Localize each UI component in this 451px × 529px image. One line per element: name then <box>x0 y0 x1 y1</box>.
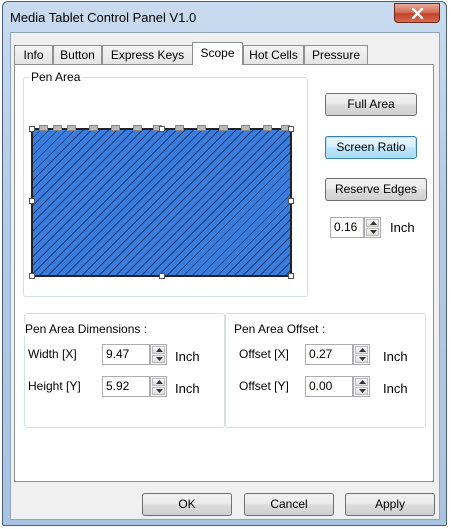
arrow-up-icon <box>156 348 163 352</box>
arrow-up-icon <box>156 380 163 384</box>
tab-pressure-label: Pressure <box>311 48 361 62</box>
resize-handle-top[interactable] <box>159 126 165 132</box>
arrow-down-icon <box>359 357 366 361</box>
resize-handle-left[interactable] <box>29 198 35 204</box>
tab-button[interactable]: Button <box>53 45 102 64</box>
arrow-up-icon <box>359 380 366 384</box>
dialog-client-area: Info Button Express Keys Scope Hot Cells… <box>10 32 440 520</box>
dimensions-caption: Pen Area Dimensions : <box>23 322 150 336</box>
ruler-tick <box>111 125 120 131</box>
width-label: Width [X] <box>28 347 77 361</box>
offset-y-unit: Inch <box>383 381 408 396</box>
pen-area-preview[interactable] <box>29 125 294 279</box>
tab-hot-cells-label: Hot Cells <box>249 48 298 62</box>
arrow-up-icon <box>359 348 366 352</box>
spin-up-button[interactable] <box>152 346 165 354</box>
resize-handle-bottom[interactable] <box>159 273 165 279</box>
pen-area-dimensions-group: Pen Area Dimensions : Width [X] 9.47 Inc… <box>23 313 225 428</box>
resize-handle-bottom-right[interactable] <box>288 273 294 279</box>
pen-area-caption: Pen Area <box>29 70 83 84</box>
ruler-tick <box>175 125 184 131</box>
title-bar[interactable]: Media Tablet Control Panel V1.0 <box>3 2 446 32</box>
tab-express-keys[interactable]: Express Keys <box>102 45 193 64</box>
ruler-tick <box>219 125 228 131</box>
spin-up-button[interactable] <box>152 378 165 386</box>
tab-scope-label: Scope <box>200 46 235 60</box>
tab-pressure[interactable]: Pressure <box>304 45 368 64</box>
reserve-edges-input[interactable]: 0.16 <box>330 217 364 238</box>
arrow-down-icon <box>156 389 163 393</box>
control-panel-window: Media Tablet Control Panel V1.0 Info But… <box>2 1 447 526</box>
offset-x-spinner[interactable] <box>353 344 370 365</box>
pen-area-offset-group: Pen Area Offset : Offset [X] 0.27 Inch O… <box>225 313 426 428</box>
offset-y-input[interactable]: 0.00 <box>305 376 353 397</box>
width-spinner[interactable] <box>150 344 167 365</box>
spin-up-button[interactable] <box>355 346 368 354</box>
spin-up-button[interactable] <box>366 219 379 227</box>
width-unit: Inch <box>175 349 200 364</box>
ok-button[interactable]: OK <box>142 493 232 516</box>
tab-info-label: Info <box>23 48 44 62</box>
resize-handle-right[interactable] <box>288 198 294 204</box>
tab-scope[interactable]: Scope <box>192 42 243 65</box>
ruler-tick <box>133 125 142 131</box>
ruler-tick <box>89 125 98 131</box>
resize-handle-bottom-left[interactable] <box>29 273 35 279</box>
full-area-button[interactable]: Full Area <box>325 93 417 116</box>
spin-down-button[interactable] <box>366 228 379 236</box>
spin-down-button[interactable] <box>355 355 368 363</box>
height-label: Height [Y] <box>28 379 81 393</box>
reserve-edges-button[interactable]: Reserve Edges <box>325 178 427 201</box>
close-icon <box>411 8 424 19</box>
arrow-up-icon <box>370 221 377 225</box>
spin-down-button[interactable] <box>152 355 165 363</box>
ruler-tick <box>67 125 76 131</box>
spin-down-button[interactable] <box>152 387 165 395</box>
window-title: Media Tablet Control Panel V1.0 <box>10 10 197 25</box>
ruler-tick <box>241 125 250 131</box>
cancel-button[interactable]: Cancel <box>244 493 334 516</box>
tab-hot-cells[interactable]: Hot Cells <box>243 45 304 64</box>
resize-handle-top-right[interactable] <box>288 126 294 132</box>
arrow-down-icon <box>156 357 163 361</box>
offset-x-unit: Inch <box>383 349 408 364</box>
arrow-down-icon <box>370 230 377 234</box>
spin-up-button[interactable] <box>355 378 368 386</box>
reserve-edges-spinner[interactable] <box>364 217 381 238</box>
tab-info[interactable]: Info <box>14 45 53 64</box>
offset-x-input[interactable]: 0.27 <box>305 344 353 365</box>
close-button[interactable] <box>394 3 440 23</box>
ruler-tick <box>197 125 206 131</box>
dialog-button-bar: OK Cancel Apply <box>11 482 439 520</box>
arrow-down-icon <box>359 389 366 393</box>
height-input[interactable]: 5.92 <box>102 376 150 397</box>
offset-y-spinner[interactable] <box>353 376 370 397</box>
width-input[interactable]: 9.47 <box>102 344 150 365</box>
spin-down-button[interactable] <box>355 387 368 395</box>
reserve-edges-unit: Inch <box>390 220 415 235</box>
tab-express-keys-label: Express Keys <box>110 48 185 62</box>
pen-area-group: Pen Area <box>23 70 308 297</box>
offset-caption: Pen Area Offset : <box>232 322 328 336</box>
offset-x-label: Offset [X] <box>239 347 289 361</box>
ruler-tick <box>263 125 272 131</box>
resize-handle-top-left[interactable] <box>29 126 35 132</box>
tab-button-label: Button <box>60 48 95 62</box>
ruler-tick <box>39 125 48 131</box>
apply-button[interactable]: Apply <box>345 493 435 516</box>
offset-y-label: Offset [Y] <box>239 379 289 393</box>
screen-ratio-button[interactable]: Screen Ratio <box>325 136 417 159</box>
height-unit: Inch <box>175 381 200 396</box>
scope-tab-panel: Pen Area Full Area Screen Ratio Reserve … <box>14 64 434 482</box>
height-spinner[interactable] <box>150 376 167 397</box>
ruler-tick <box>53 125 62 131</box>
